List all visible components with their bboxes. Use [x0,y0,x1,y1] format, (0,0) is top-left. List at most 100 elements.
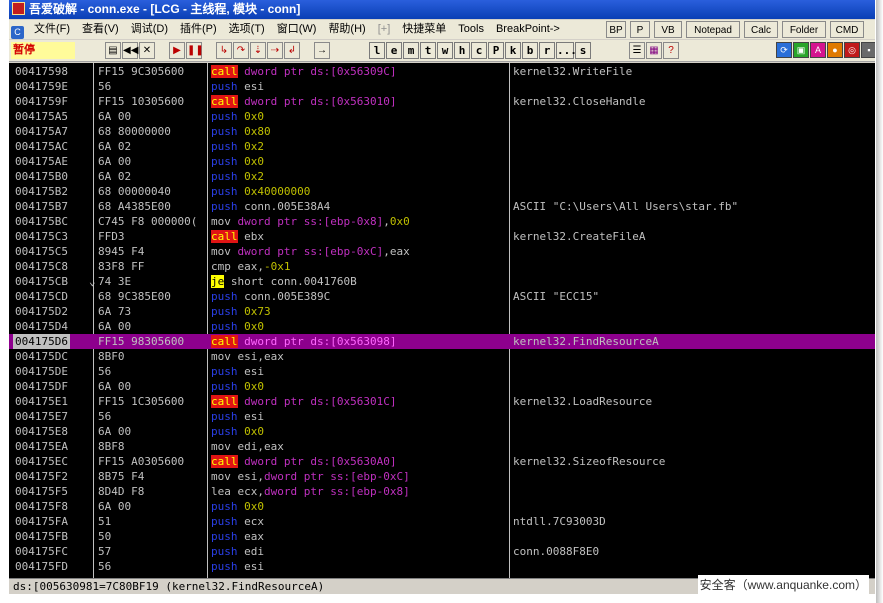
disasm-row[interactable]: 004175C3 FFD3 call ebx kernel32.CreateFileA [9,229,875,244]
close-icon[interactable]: ✕ [139,42,155,59]
step-into-icon[interactable]: ↳ [216,42,232,59]
disasm-row[interactable]: 004175D2 6A 73 push 0x73 [9,304,875,319]
plugin-pink-icon[interactable]: A [810,42,826,58]
disasm-row[interactable]: 004175E8 6A 00 push 0x0 [9,424,875,439]
disasm-row[interactable]: 004175A5 6A 00 push 0x0 [9,109,875,124]
execute-till-return-icon[interactable]: ↲ [284,42,300,59]
disasm-row[interactable]: 004175F8 6A 00 push 0x0 [9,499,875,514]
disasm-row[interactable]: 004175CD 68 9C385E00 push conn.005E389C ASC… [9,289,875,304]
disasm-row[interactable]: 0041759E 56 push esi [9,79,875,94]
row-operand: dword ptr ss:[ebp-0xC] [264,470,410,483]
toolbar-button-vb[interactable]: VB [654,21,682,38]
disasm-row[interactable]: 0041759F FF15 10305600 call dword ptr ds:[… [9,94,875,109]
row-mnemonic: push [211,140,238,153]
window-button-t[interactable]: t [420,42,436,59]
disasm-row[interactable]: 004175DE 56 push esi [9,364,875,379]
app-menu-icon[interactable]: C [11,26,24,39]
row-address: 004175E1 [15,395,68,408]
disasm-row[interactable]: 004175C5 8945 F4 mov dword ptr ss:[ebp-0xC… [9,244,875,259]
disasm-row[interactable]: 004175DC 8BF0 mov esi,eax [9,349,875,364]
menu-item[interactable]: 调试(D) [125,20,174,39]
row-address: 004175DE [15,365,68,378]
page-edge-shadow [876,0,883,603]
row-operand: edi,eax [237,440,284,453]
disasm-row[interactable]: 004175EC FF15 A0305600 call dword ptr ds:[… [9,454,875,469]
refresh-icon[interactable]: ⟳ [776,42,792,58]
window-button-more[interactable]: ... [556,42,577,59]
toolbar-button-calc[interactable]: Calc [744,21,778,38]
disasm-row[interactable]: 004175B0 6A 02 push 0x2 [9,169,875,184]
menu-item[interactable]: 快捷菜单 [396,20,452,39]
disasm-row-selected[interactable]: 004175D6 FF15 98305600 call dword ptr ds:[… [9,334,875,349]
row-mnemonic: push [211,290,238,303]
pause-icon[interactable]: ❚❚ [186,42,204,59]
window-button-e[interactable]: e [386,42,402,59]
menu-item[interactable]: 选项(T) [223,20,271,39]
disasm-row[interactable]: 004175C8 83F8 FF cmp eax,-0x1 [9,259,875,274]
toolbar-button-bp[interactable]: BP [606,21,626,38]
disasm-row[interactable]: 00417598 FF15 9C305600 call dword ptr ds:[… [9,64,875,79]
menu-item[interactable]: [+] [372,20,397,39]
disasm-row[interactable]: 004175FB 50 push eax [9,529,875,544]
window-button-b[interactable]: b [522,42,538,59]
plugin-gray-icon[interactable]: ▪ [861,42,875,58]
menu-item[interactable]: BreakPoint-> [490,20,566,39]
disasm-row[interactable]: 004175BC C745 F8 000000(mov dword ptr ss:… [9,214,875,229]
menu-item[interactable]: 文件(F) [28,20,76,39]
disassembly-pane[interactable]: 00417598 FF15 9C305600 call dword ptr ds:[… [9,63,875,578]
disasm-row[interactable]: 004175DF 6A 00 push 0x0 [9,379,875,394]
plugin-green-icon[interactable]: ▣ [793,42,809,58]
disasm-row[interactable]: 004175B7 68 A4385E00 push conn.005E38A4 ASC… [9,199,875,214]
row-hex: FF15 1C305600 [98,395,185,408]
row-hex: 6A 00 [98,425,132,438]
window-button-w[interactable]: w [437,42,453,59]
disasm-row[interactable]: 004175A7 68 80000000 push 0x80 [9,124,875,139]
run-icon[interactable]: ▶ [169,42,185,59]
toolbar-button-p[interactable]: P [630,21,650,38]
list-icon[interactable]: ☰ [629,42,645,59]
restart-icon[interactable]: ◀◀ [122,42,138,59]
plugin-orange-icon[interactable]: ● [827,42,843,58]
disasm-row[interactable]: 004175AE 6A 00 push 0x0 [9,154,875,169]
window-button-k[interactable]: k [505,42,521,59]
toolbar-button-cmd[interactable]: CMD [830,21,864,38]
toolbar-button-notepad[interactable]: Notepad [686,21,740,38]
window-button-h[interactable]: h [454,42,470,59]
menu-item[interactable]: 窗口(W) [271,20,323,39]
row-mnemonic: je [211,275,225,288]
plugin-red-icon[interactable]: ◎ [844,42,860,58]
window-button-r[interactable]: r [539,42,555,59]
disasm-row[interactable]: 004175FD 56 push esi [9,559,875,574]
menu-item[interactable]: 插件(P) [174,20,223,39]
disasm-row[interactable]: 004175F5 8D4D F8 lea ecx,dword ptr ss:[ebp… [9,484,875,499]
menu-item[interactable]: Tools [452,20,490,39]
open-icon[interactable]: ▤ [105,42,121,59]
window-button-m[interactable]: m [403,42,419,59]
window-button-l[interactable]: l [369,42,385,59]
disasm-row[interactable]: 004175E1 FF15 1C305600 call dword ptr ds:[… [9,394,875,409]
disasm-row[interactable]: 004175F2 8B75 F4 mov esi,dword ptr ss:[ebp… [9,469,875,484]
disasm-row[interactable]: 004175B2 68 00000040 push 0x40000000 [9,184,875,199]
menu-item[interactable]: 帮助(H) [322,20,371,39]
windows-icon[interactable]: ▦ [646,42,662,59]
disasm-row[interactable]: 004175AC 6A 02 push 0x2 [9,139,875,154]
help-icon[interactable]: ? [663,42,679,59]
goto-icon[interactable]: → [314,42,330,59]
row-mnemonic: push [211,125,238,138]
window-button-c[interactable]: c [471,42,487,59]
trace-over-icon[interactable]: ⇢ [267,42,283,59]
title-bar[interactable]: 吾爱破解 - conn.exe - [LCG - 主线程, 模块 - conn] [9,0,875,19]
disasm-row[interactable]: 004175D4 6A 00 push 0x0 [9,319,875,334]
window-button-s[interactable]: s [575,42,591,59]
window-button-p[interactable]: P [488,42,504,59]
toolbar-button-folder[interactable]: Folder [782,21,826,38]
step-over-icon[interactable]: ↷ [233,42,249,59]
disasm-row[interactable]: 004175CB ⌄ 74 3E je short conn.0041760B [9,274,875,289]
trace-into-icon[interactable]: ⇣ [250,42,266,59]
disasm-row[interactable]: 004175E7 56 push esi [9,409,875,424]
disasm-row[interactable]: 004175EA 8BF8 mov edi,eax [9,439,875,454]
row-hex: 8B75 F4 [98,470,145,483]
disasm-row[interactable]: 004175FA 51 push ecx ntdll.7C93003D [9,514,875,529]
disasm-row[interactable]: 004175FC 57 push edi conn.0088F8E0 [9,544,875,559]
menu-item[interactable]: 查看(V) [76,20,125,39]
